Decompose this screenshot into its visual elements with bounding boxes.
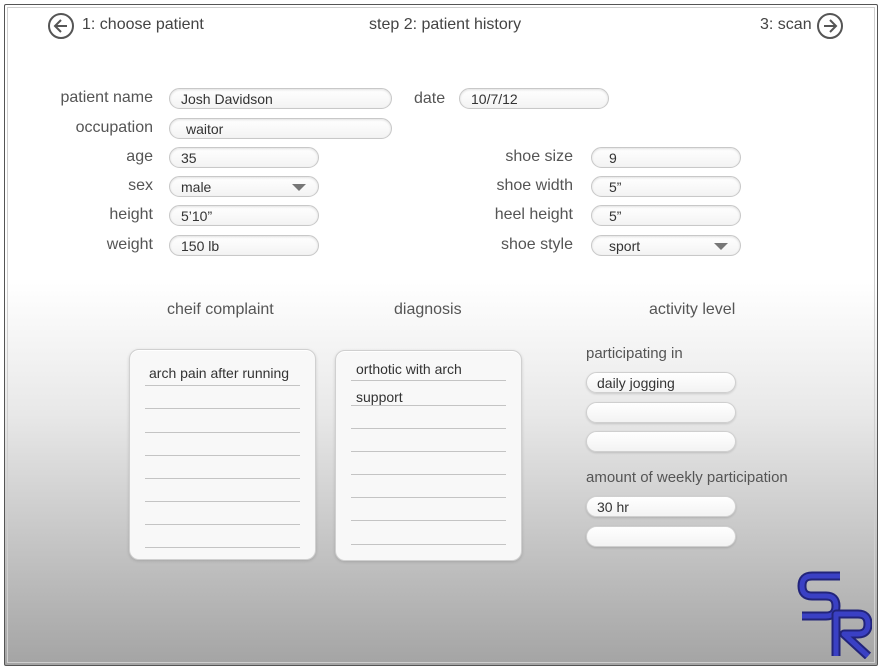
participating-field-1[interactable]: daily jogging — [586, 372, 736, 393]
occupation-label: occupation — [75, 119, 153, 136]
patient-name-field[interactable]: Josh Davidson — [169, 88, 392, 109]
shoe-width-label: shoe width — [496, 177, 574, 194]
weight-field[interactable]: 150 lb — [169, 235, 319, 256]
diagnosis-panel[interactable]: orthotic with arch support — [335, 350, 522, 561]
height-field[interactable]: 5’10” — [169, 205, 319, 226]
diagnosis-rule — [351, 474, 506, 475]
chevron-down-icon[interactable] — [714, 243, 728, 250]
diagnosis-rule — [351, 428, 506, 429]
participating-in-label: participating in — [586, 345, 683, 362]
app-frame: 1: choose patient step 2: patient histor… — [4, 4, 878, 666]
patient-name-label: patient name — [60, 89, 153, 106]
diagnosis-line-2[interactable]: support — [356, 389, 403, 405]
diagnosis-rule — [351, 497, 506, 498]
age-field[interactable]: 35 — [169, 147, 319, 168]
next-link-scan[interactable]: 3: scan — [760, 16, 812, 34]
participating-field-2[interactable] — [586, 402, 736, 423]
diagnosis-rule — [351, 405, 506, 406]
forward-arrow-icon[interactable] — [817, 13, 843, 39]
diagnosis-rule — [351, 380, 506, 381]
complaint-rule — [145, 432, 300, 433]
heel-height-label: heel height — [494, 206, 573, 223]
shoe-size-field[interactable]: 9 — [591, 147, 741, 168]
shoe-style-label: shoe style — [500, 236, 573, 253]
diagnosis-rule — [351, 544, 506, 545]
date-label: date — [414, 90, 446, 107]
date-field[interactable]: 10/7/12 — [459, 88, 609, 109]
chevron-down-icon[interactable] — [292, 184, 306, 191]
back-arrow-icon[interactable] — [48, 13, 74, 39]
complaint-line-1[interactable]: arch pain after running — [149, 365, 289, 381]
complaint-rule — [145, 455, 300, 456]
complaint-rule — [145, 547, 300, 548]
heel-height-field[interactable]: 5” — [591, 205, 741, 226]
shoe-size-label: shoe size — [505, 148, 573, 165]
diagnosis-rule — [351, 451, 506, 452]
weekly-participation-field-1[interactable]: 30 hr — [586, 496, 736, 517]
shoe-style-select-value: sport — [609, 238, 641, 254]
complaint-rule — [145, 408, 300, 409]
back-link-choose-patient[interactable]: 1: choose patient — [82, 16, 204, 34]
chief-complaint-panel[interactable]: arch pain after running — [129, 349, 316, 560]
diagnosis-rule — [351, 520, 506, 521]
complaint-rule — [145, 501, 300, 502]
weekly-participation-field-2[interactable] — [586, 526, 736, 547]
sex-label: sex — [128, 177, 153, 194]
sex-select-value: male — [181, 179, 212, 195]
chief-complaint-heading: cheif complaint — [167, 301, 274, 318]
complaint-rule — [145, 524, 300, 525]
shoe-style-select[interactable]: sport — [591, 235, 741, 256]
weekly-participation-label: amount of weekly participation — [586, 469, 788, 486]
weight-label: weight — [106, 236, 153, 253]
participating-field-3[interactable] — [586, 431, 736, 452]
diagnosis-line-1[interactable]: orthotic with arch — [356, 361, 462, 377]
occupation-field[interactable]: waitor — [169, 118, 392, 139]
complaint-rule — [145, 478, 300, 479]
shoe-width-field[interactable]: 5” — [591, 176, 741, 197]
age-label: age — [126, 148, 153, 165]
diagnosis-heading: diagnosis — [394, 301, 462, 318]
sex-select[interactable]: male — [169, 176, 319, 197]
sr-logo — [796, 569, 873, 660]
page-title: step 2: patient history — [369, 16, 522, 33]
activity-level-heading: activity level — [649, 301, 736, 318]
complaint-rule — [145, 385, 300, 386]
height-label: height — [109, 206, 153, 223]
